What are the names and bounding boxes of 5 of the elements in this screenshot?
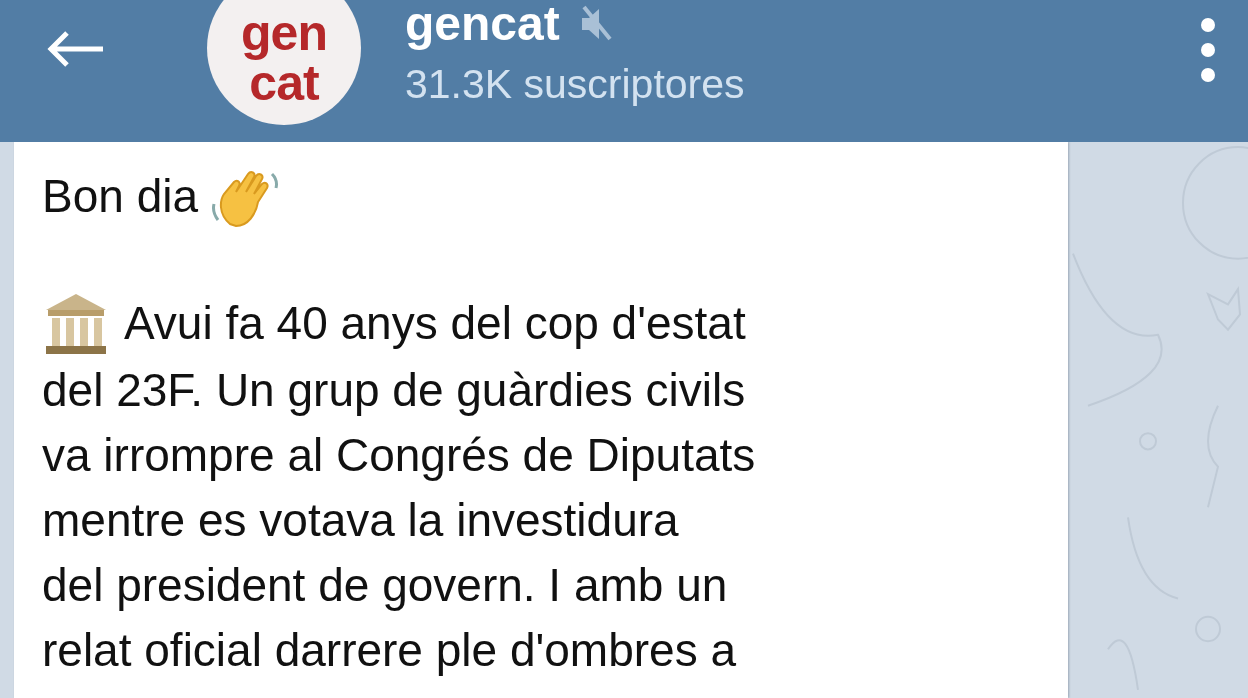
message-text: Avui fa 40 anys del cop d'estat del 23F. Un grup de guàrdies civils va irrompre al Congrés de Diputats mentre es votava la investidura del president de govern. I amb un relat oficial darrere ple d'ombres a	[42, 288, 1068, 683]
channel-name: gencat	[405, 0, 560, 52]
subscriber-count: 31.3K suscriptores	[405, 60, 745, 109]
back-arrow-icon	[45, 29, 105, 69]
message-text: Bon dia	[42, 169, 198, 224]
